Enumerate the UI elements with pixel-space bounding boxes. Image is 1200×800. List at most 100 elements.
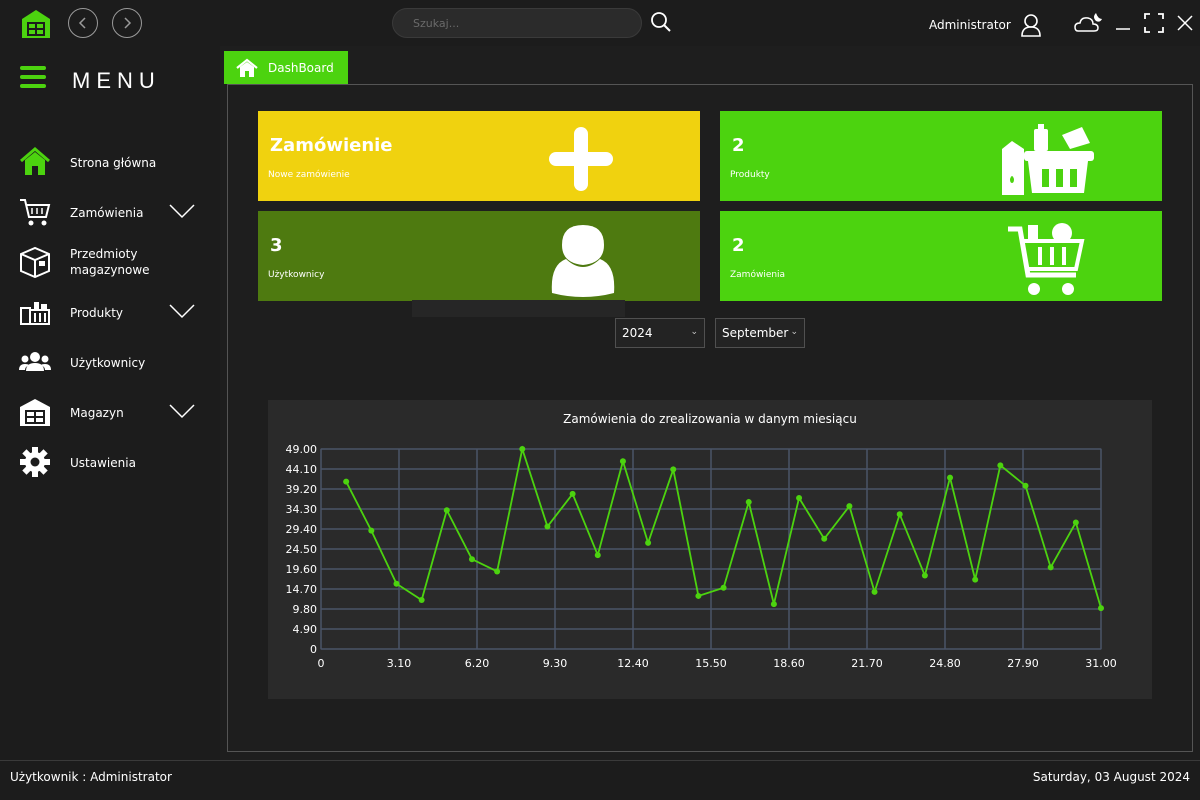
back-button[interactable] bbox=[68, 8, 98, 38]
status-user: Użytkownik : Administrator bbox=[10, 770, 172, 784]
data-point bbox=[796, 494, 803, 501]
data-point bbox=[871, 588, 878, 595]
data-point bbox=[1022, 482, 1029, 489]
sidebar-item-label: Użytkownicy bbox=[70, 356, 146, 370]
warehouse-icon bbox=[20, 399, 50, 426]
sidebar-item-warehouse[interactable]: Magazyn bbox=[0, 390, 220, 434]
y-tick-label: 34.30 bbox=[286, 503, 318, 516]
sidebar: MENU Strona główna Zamówienia Przedmioty… bbox=[0, 46, 220, 760]
data-point bbox=[846, 503, 853, 510]
data-point bbox=[896, 511, 903, 518]
chevron-down-icon[interactable] bbox=[168, 302, 196, 320]
y-tick-label: 44.10 bbox=[286, 463, 318, 476]
status-bar: Użytkownik : Administrator Saturday, 03 … bbox=[0, 760, 1200, 800]
data-point bbox=[368, 527, 375, 534]
data-point bbox=[519, 446, 526, 452]
sidebar-item-label: Produkty bbox=[70, 306, 124, 320]
year-select[interactable]: 2024 ⌄ bbox=[615, 318, 705, 348]
x-tick-label: 18.60 bbox=[773, 657, 805, 670]
user-avatar-icon[interactable] bbox=[1019, 12, 1043, 38]
orders-card[interactable]: 2 Zamówienia bbox=[720, 211, 1162, 301]
box-icon bbox=[20, 246, 50, 278]
sidebar-item-inventory-items[interactable]: Przedmioty magazynowe bbox=[0, 240, 220, 284]
gear-icon bbox=[20, 447, 50, 477]
chevron-right-icon bbox=[124, 17, 132, 29]
current-user-name: Administrator bbox=[929, 18, 1011, 32]
minimize-button[interactable] bbox=[1112, 12, 1134, 34]
data-point bbox=[343, 478, 350, 485]
card-title: 3 bbox=[270, 235, 283, 256]
data-point bbox=[921, 572, 928, 579]
hamburger-menu-icon[interactable] bbox=[20, 66, 46, 88]
theme-toggle-icon[interactable] bbox=[1074, 11, 1104, 35]
products-card[interactable]: 2 Produkty bbox=[720, 111, 1162, 201]
y-tick-label: 24.50 bbox=[286, 543, 318, 556]
chevron-down-icon: ⌄ bbox=[690, 327, 698, 337]
plus-icon bbox=[549, 127, 613, 191]
month-select[interactable]: September ⌄ bbox=[715, 318, 805, 348]
home-icon bbox=[20, 147, 50, 175]
y-tick-label: 29.40 bbox=[286, 523, 318, 536]
cart-icon bbox=[20, 199, 51, 226]
top-bar: Administrator bbox=[0, 0, 1200, 46]
x-tick-label: 0 bbox=[318, 657, 325, 670]
sidebar-item-label: Strona główna bbox=[70, 156, 157, 170]
x-tick-label: 27.90 bbox=[1007, 657, 1039, 670]
data-point bbox=[670, 466, 677, 473]
search-input[interactable] bbox=[392, 8, 642, 38]
chevron-left-icon bbox=[78, 17, 86, 29]
year-select-value: 2024 bbox=[622, 326, 653, 340]
y-tick-label: 0 bbox=[310, 643, 317, 656]
data-point bbox=[1072, 519, 1079, 526]
data-point bbox=[544, 523, 551, 530]
data-point bbox=[821, 535, 828, 542]
status-date: Saturday, 03 August 2024 bbox=[1032, 770, 1190, 784]
card-title: 2 bbox=[732, 135, 745, 156]
chevron-down-icon: ⌄ bbox=[790, 327, 798, 337]
data-point bbox=[1047, 564, 1054, 571]
data-point bbox=[569, 490, 576, 497]
menu-title: MENU bbox=[72, 68, 161, 93]
x-tick-label: 15.50 bbox=[695, 657, 727, 670]
card-subtitle: Użytkownicy bbox=[268, 270, 325, 280]
data-point bbox=[997, 462, 1004, 469]
sidebar-item-orders[interactable]: Zamówienia bbox=[0, 190, 220, 234]
chevron-down-icon[interactable] bbox=[168, 202, 196, 220]
users-icon bbox=[19, 352, 51, 371]
data-point bbox=[1098, 605, 1104, 612]
new-order-card[interactable]: Zamówienie Nowe zamówienie bbox=[258, 111, 700, 201]
chevron-down-icon[interactable] bbox=[168, 402, 196, 420]
sidebar-item-products[interactable]: Produkty bbox=[0, 290, 220, 334]
data-point bbox=[494, 568, 501, 575]
data-point bbox=[720, 584, 727, 591]
x-tick-label: 3.10 bbox=[387, 657, 412, 670]
maximize-button[interactable] bbox=[1143, 12, 1165, 34]
close-button[interactable] bbox=[1174, 12, 1196, 34]
warehouse-logo-icon[interactable] bbox=[20, 8, 52, 40]
data-point bbox=[695, 592, 702, 599]
user-icon bbox=[551, 225, 615, 297]
forward-button[interactable] bbox=[112, 8, 142, 38]
data-point bbox=[745, 499, 752, 506]
data-point bbox=[393, 580, 400, 587]
data-point bbox=[468, 556, 475, 563]
products-icon bbox=[20, 302, 50, 325]
sidebar-item-home[interactable]: Strona główna bbox=[0, 140, 220, 184]
data-point bbox=[947, 474, 954, 481]
y-tick-label: 9.80 bbox=[293, 603, 318, 616]
search-icon[interactable] bbox=[650, 11, 672, 33]
tab-dashboard[interactable]: DashBoard bbox=[224, 51, 348, 84]
data-point bbox=[770, 601, 777, 608]
card-subtitle: Nowe zamówienie bbox=[268, 170, 350, 180]
card-subtitle: Produkty bbox=[730, 170, 770, 180]
sidebar-item-settings[interactable]: Ustawienia bbox=[0, 440, 220, 484]
y-tick-label: 14.70 bbox=[286, 583, 318, 596]
data-point bbox=[418, 597, 425, 604]
data-point bbox=[594, 552, 601, 559]
users-card[interactable]: 3 Użytkownicy bbox=[258, 211, 700, 301]
x-tick-label: 21.70 bbox=[851, 657, 883, 670]
data-point bbox=[619, 458, 626, 465]
sidebar-item-users[interactable]: Użytkownicy bbox=[0, 340, 220, 384]
sidebar-item-label: Przedmioty magazynowe bbox=[70, 247, 150, 277]
y-tick-label: 49.00 bbox=[286, 443, 318, 456]
